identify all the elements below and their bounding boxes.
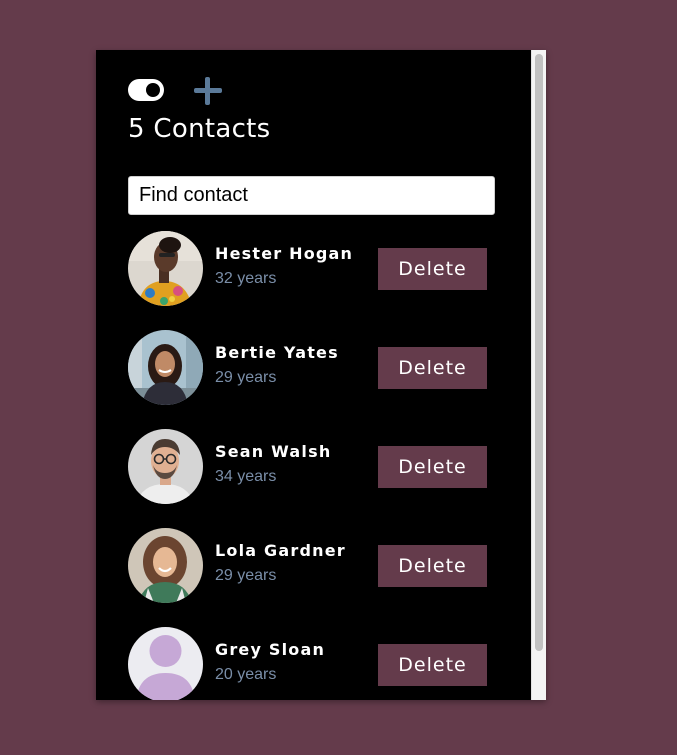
avatar	[128, 528, 203, 603]
scrollbar[interactable]	[531, 50, 546, 700]
contacts-panel: 5 Contacts Hester Hogan 32 years Delete	[96, 50, 546, 700]
plus-icon	[205, 77, 210, 105]
contact-name: Bertie Yates	[215, 343, 339, 362]
avatar	[128, 231, 203, 306]
contact-row: Bertie Yates 29 years Delete	[128, 330, 488, 406]
delete-button[interactable]: Delete	[378, 347, 487, 389]
contact-age: 34 years	[215, 468, 277, 485]
contact-age: 32 years	[215, 270, 277, 287]
theme-toggle[interactable]	[128, 79, 164, 101]
contact-name: Sean Walsh	[215, 442, 332, 461]
toggle-knob	[146, 83, 160, 97]
contact-age: 29 years	[215, 567, 277, 584]
page-title: 5 Contacts	[128, 114, 271, 144]
contact-row: Sean Walsh 34 years Delete	[128, 429, 488, 505]
delete-button[interactable]: Delete	[378, 248, 487, 290]
contact-row: Hester Hogan 32 years Delete	[128, 231, 488, 307]
scrollbar-thumb[interactable]	[535, 54, 543, 651]
contact-name: Hester Hogan	[215, 244, 354, 263]
add-contact-button[interactable]	[194, 77, 222, 105]
delete-button[interactable]: Delete	[378, 446, 487, 488]
contact-row: Grey Sloan 20 years Delete	[128, 627, 488, 700]
contact-age: 20 years	[215, 666, 277, 683]
contact-row: Lola Gardner 29 years Delete	[128, 528, 488, 604]
contact-name: Grey Sloan	[215, 640, 326, 659]
avatar	[128, 330, 203, 405]
search-input[interactable]	[128, 176, 495, 215]
default-person-icon	[128, 627, 203, 700]
delete-button[interactable]: Delete	[378, 545, 487, 587]
avatar	[128, 429, 203, 504]
delete-button[interactable]: Delete	[378, 644, 487, 686]
contact-age: 29 years	[215, 369, 277, 386]
contact-name: Lola Gardner	[215, 541, 346, 560]
